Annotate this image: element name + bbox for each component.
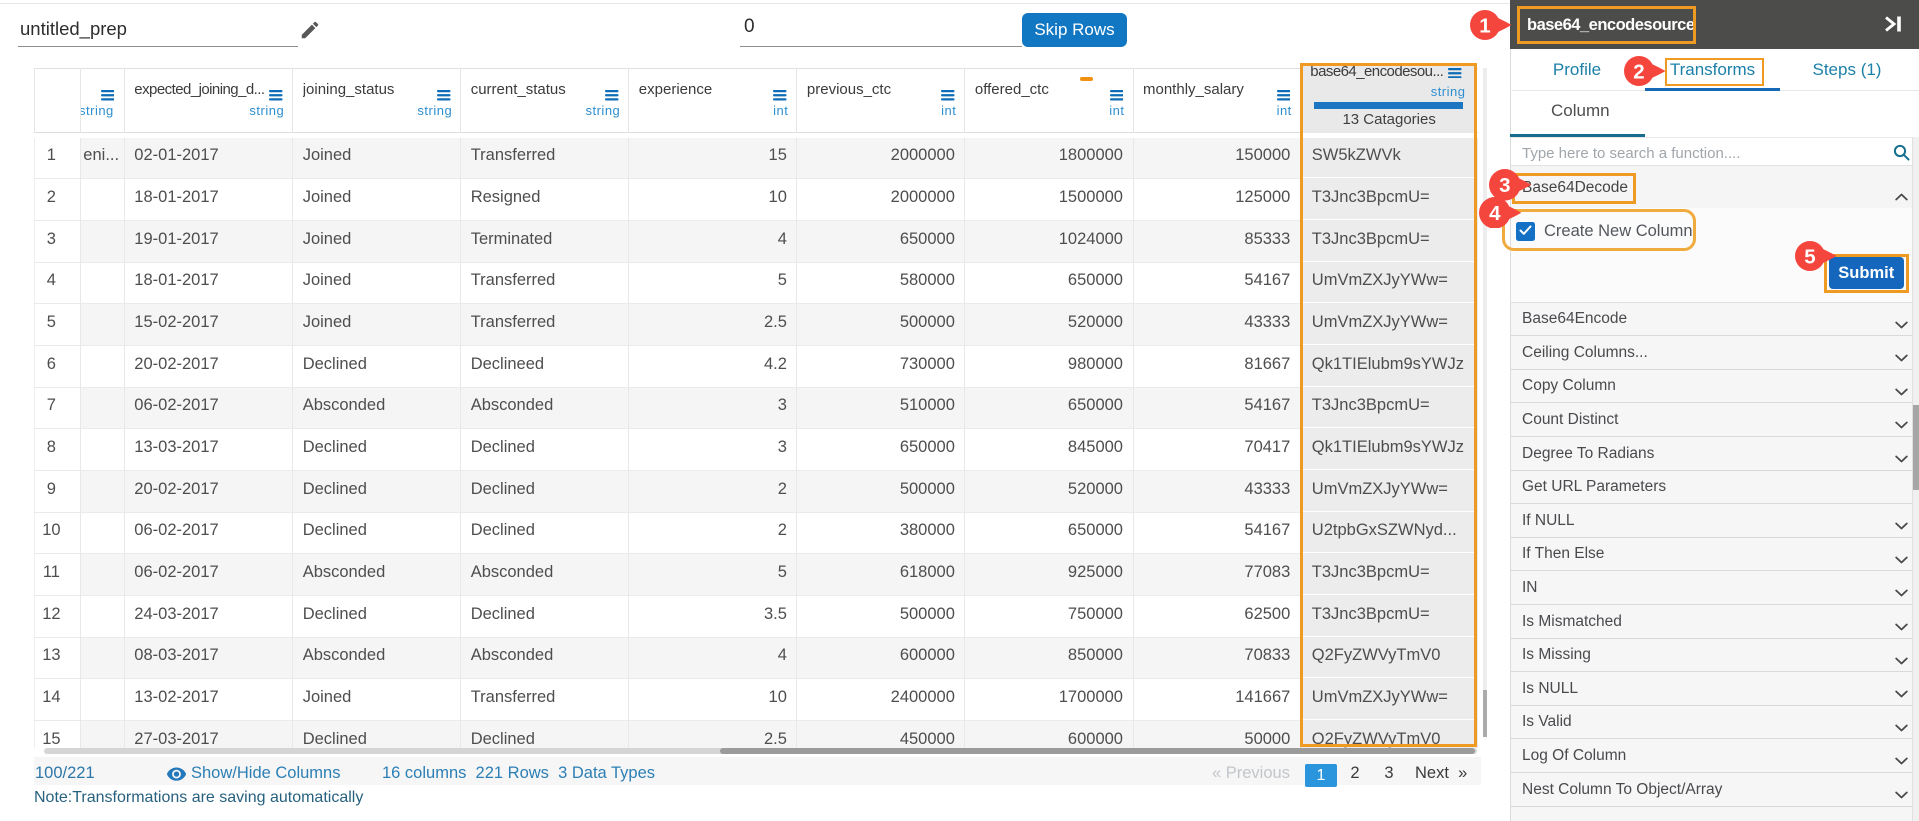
svg-text:4: 4 bbox=[1489, 202, 1501, 225]
svg-text:5: 5 bbox=[1804, 245, 1815, 268]
svg-text:1: 1 bbox=[1479, 14, 1490, 37]
svg-text:3: 3 bbox=[1499, 174, 1510, 197]
svg-text:2: 2 bbox=[1633, 60, 1644, 83]
